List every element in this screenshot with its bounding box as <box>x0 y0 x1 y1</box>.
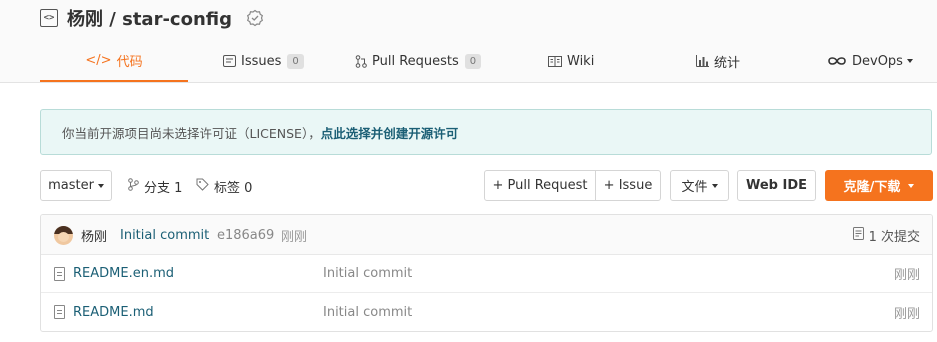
tab-pull-requests[interactable]: Pull Requests 0 <box>355 40 482 82</box>
new-issue-button[interactable]: + Issue <box>595 171 660 200</box>
repo-header: <> 杨刚 / star-config </> 代码 Issues 0 Pull… <box>0 0 937 83</box>
repo-title-bar: <> 杨刚 / star-config <box>40 6 264 30</box>
tab-label: 统计 <box>714 55 741 71</box>
tag-icon <box>196 178 209 195</box>
repo-name[interactable]: 杨刚 / star-config <box>67 5 232 31</box>
commit-time: 刚刚 <box>281 229 308 245</box>
repo-code-icon: <> <box>40 9 58 27</box>
file-commit-message[interactable]: Initial commit <box>323 266 412 281</box>
issues-icon <box>223 55 236 67</box>
commit-author[interactable]: 杨刚 <box>81 215 107 255</box>
tab-label: Issues <box>241 53 282 69</box>
commit-count-link[interactable]: 1 次提交 <box>852 215 920 255</box>
file-name[interactable]: README.en.md <box>73 266 174 281</box>
license-notice-text: 你当前开源项目尚未选择许可证（LICENSE）， <box>62 125 321 141</box>
latest-commit-row: 杨刚 Initial commit e186a69 刚刚 1 次提交 <box>41 215 932 255</box>
files-dropdown[interactable]: 文件 <box>670 170 729 201</box>
chevron-down-icon <box>711 183 718 188</box>
bar-chart-icon <box>696 55 709 67</box>
chevron-down-icon <box>97 183 104 188</box>
commit-history-icon <box>852 226 864 244</box>
clone-download-label: 克隆/下载 <box>843 180 901 195</box>
file-icon <box>54 305 65 319</box>
tab-label: Pull Requests <box>372 53 459 69</box>
commit-count: 1 次提交 <box>868 229 920 245</box>
clone-download-button[interactable]: 克隆/下载 <box>825 170 933 201</box>
file-commit-message[interactable]: Initial commit <box>323 305 412 320</box>
commit-message[interactable]: Initial commit <box>120 215 209 255</box>
tab-issues[interactable]: Issues 0 <box>223 40 304 82</box>
tab-code[interactable]: </> 代码 <box>40 40 188 82</box>
infinity-icon <box>827 56 847 66</box>
repo-tabs: </> 代码 Issues 0 Pull Requests 0 Wiki 统计 … <box>40 40 937 82</box>
create-button-group: + Pull Request + Issue <box>484 170 661 201</box>
branch-select[interactable]: master <box>40 170 112 201</box>
pull-requests-count-badge: 0 <box>464 53 482 69</box>
commit-hash[interactable]: e186a69 <box>217 215 274 255</box>
avatar[interactable] <box>54 226 73 245</box>
code-icon: </> <box>85 52 112 68</box>
tab-label: DevOps <box>852 53 903 69</box>
file-name[interactable]: README.md <box>73 305 154 320</box>
issues-count-badge: 0 <box>287 53 304 69</box>
new-pull-request-button[interactable]: + Pull Request <box>485 171 595 200</box>
chevron-down-icon <box>906 59 913 63</box>
certified-badge-icon[interactable] <box>246 9 264 27</box>
list-item[interactable]: README.md Initial commit 刚刚 <box>41 293 932 331</box>
web-ide-button[interactable]: Web IDE <box>737 170 816 201</box>
tags-link[interactable]: 标签 0 <box>196 171 252 202</box>
chevron-down-icon <box>908 183 915 188</box>
files-dropdown-label: 文件 <box>681 180 708 195</box>
license-notice: 你当前开源项目尚未选择许可证（LICENSE）， 点此选择并创建开源许可 <box>40 109 932 155</box>
branch-select-label: master <box>48 178 94 193</box>
list-item[interactable]: README.en.md Initial commit 刚刚 <box>41 255 932 293</box>
file-commit-time: 刚刚 <box>893 268 920 283</box>
file-commit-time: 刚刚 <box>893 306 920 322</box>
file-list: 杨刚 Initial commit e186a69 刚刚 1 次提交 READM… <box>40 214 933 332</box>
branches-link[interactable]: 分支 1 <box>128 171 182 202</box>
file-icon <box>54 267 65 281</box>
tab-statistics[interactable]: 统计 <box>696 40 740 82</box>
branch-icon <box>128 178 139 195</box>
tab-wiki[interactable]: Wiki <box>548 40 594 82</box>
tab-devops[interactable]: DevOps <box>827 40 913 82</box>
pull-request-icon <box>355 54 367 68</box>
tab-label: 代码 <box>116 54 143 70</box>
create-license-link[interactable]: 点此选择并创建开源许可 <box>321 123 459 142</box>
tags-count: 标签 0 <box>214 181 253 196</box>
branches-count: 分支 1 <box>144 181 183 196</box>
book-icon <box>548 55 562 67</box>
tab-label: Wiki <box>567 53 595 69</box>
